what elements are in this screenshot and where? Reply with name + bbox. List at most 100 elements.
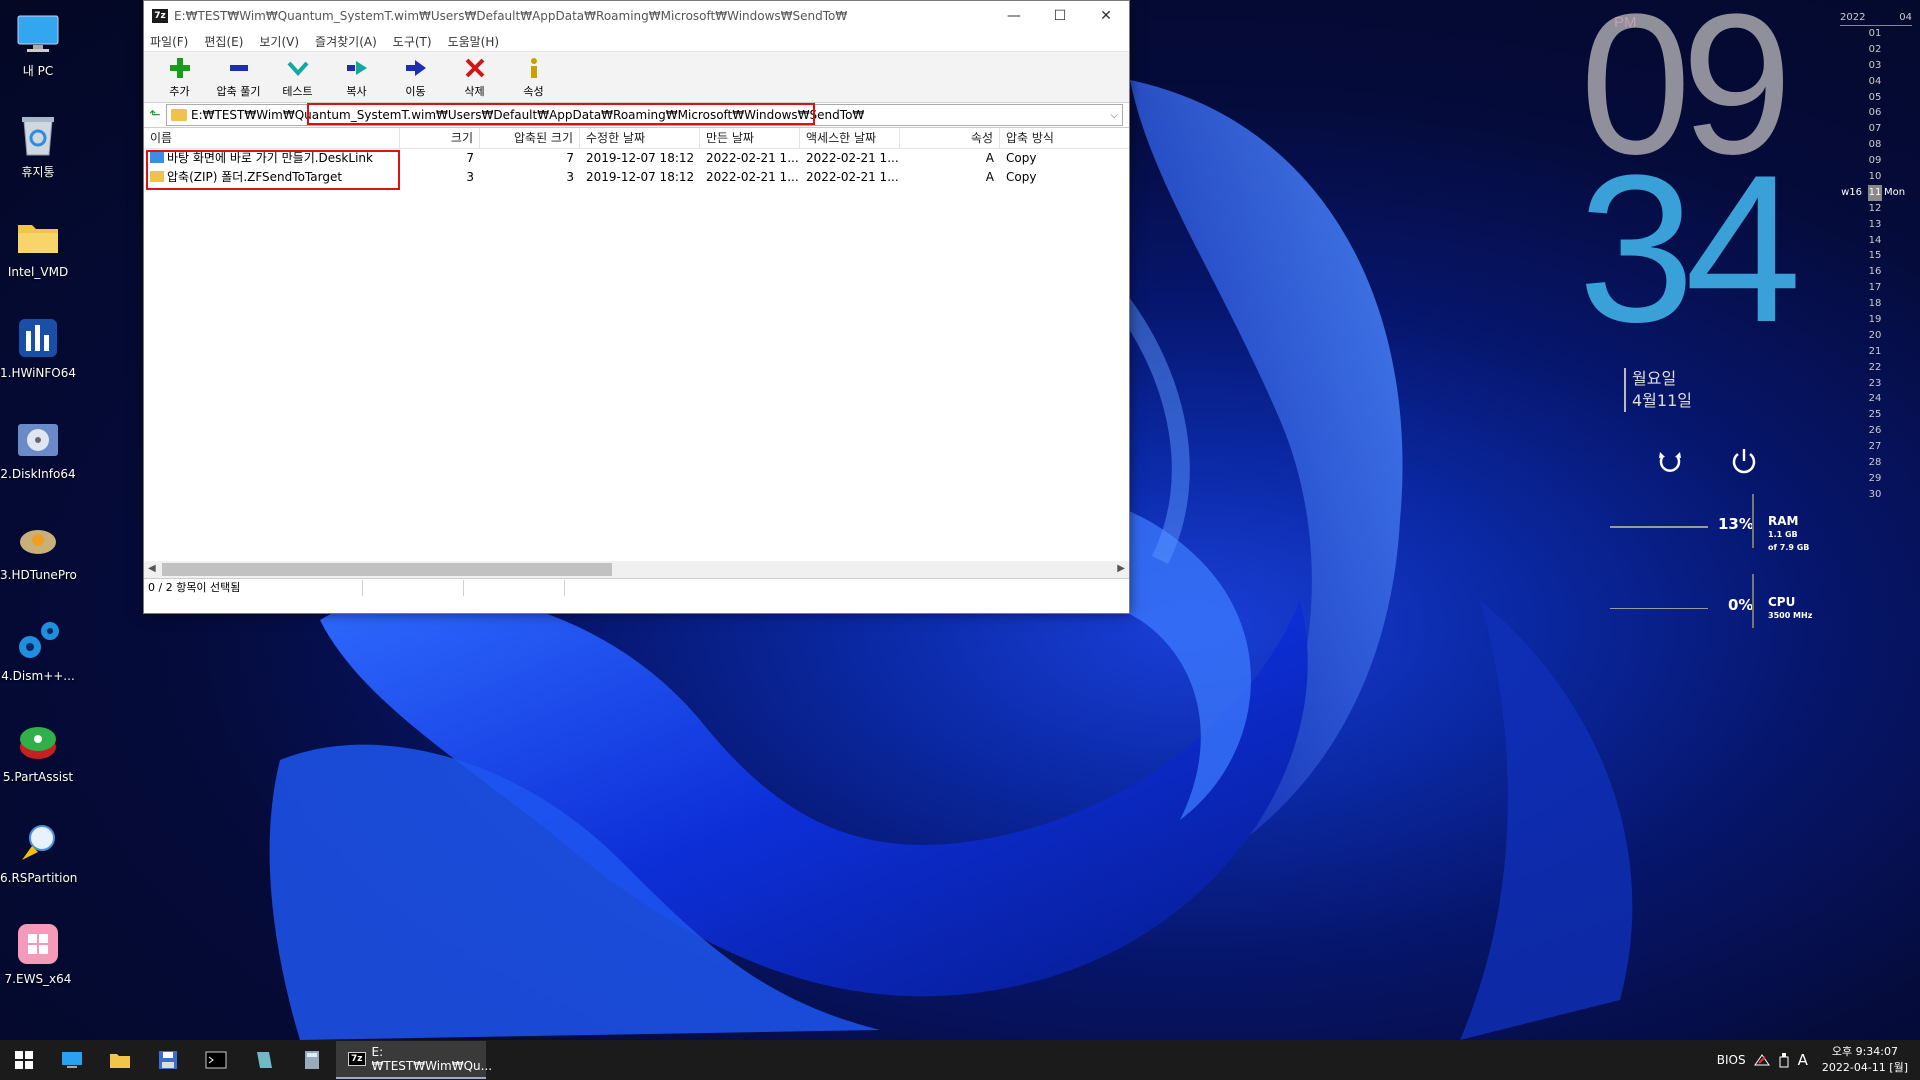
minimize-button[interactable]: — xyxy=(991,1,1037,31)
path-input[interactable]: E:₩TEST₩Wim₩ Quantum_SystemT.wim₩Users₩De… xyxy=(166,103,1123,126)
hwinfo-icon xyxy=(14,314,62,362)
ime-indicator[interactable]: A xyxy=(1798,1051,1808,1069)
column-packed-size[interactable]: 압축된 크기 xyxy=(480,128,580,148)
column-size[interactable]: 크기 xyxy=(400,128,480,148)
add-button[interactable]: 추가 xyxy=(150,54,209,102)
windows-logo-icon xyxy=(15,1051,33,1069)
desktop-icon-label: 1.HWiNFO64 xyxy=(0,366,77,380)
calendar-header: 2022 04 xyxy=(1840,12,1912,26)
calendar-day: 25 xyxy=(1868,409,1882,421)
column-accessed[interactable]: 액세스한 날짜 xyxy=(800,128,900,148)
desktop-icon-recycle-bin[interactable]: 휴지통 xyxy=(0,105,76,180)
column-method[interactable]: 압축 방식 xyxy=(1000,128,1100,148)
monitor-icon xyxy=(62,1052,82,1068)
move-icon xyxy=(405,60,426,76)
path-prefix: E:₩TEST₩Wim₩ xyxy=(191,108,295,122)
desktop-icon-my-pc[interactable]: 내 PC xyxy=(0,4,76,79)
taskbar-active-window[interactable]: 7z E:₩TEST₩Wim₩Qu... xyxy=(336,1041,492,1079)
taskbar-explorer-button[interactable] xyxy=(96,1040,144,1080)
calendar-day: 17 xyxy=(1868,282,1882,294)
app-icon: 7z xyxy=(152,9,168,23)
desktop-icon-diskinfo[interactable]: 2.DiskInfo64 xyxy=(0,409,76,481)
menu-bar: 파일(F) 편집(E) 보기(V) 즐겨찾기(A) 도구(T) 도움말(H) xyxy=(144,31,1129,51)
desktop-icon-ews[interactable]: 7.EWS_x64 xyxy=(0,914,76,986)
calendar-day-number: 11 xyxy=(1868,186,1882,198)
scroll-left-icon[interactable]: ◀ xyxy=(148,563,156,574)
calendar-day: 06 xyxy=(1868,107,1882,119)
taskbar-save-button[interactable] xyxy=(144,1040,192,1080)
desktop-icon-intel-vmd[interactable]: Intel_VMD xyxy=(0,207,76,279)
file-attributes: A xyxy=(985,151,994,165)
menu-edit[interactable]: 편집(E) xyxy=(204,33,243,50)
scrollbar-thumb[interactable] xyxy=(162,563,612,576)
folder-icon xyxy=(171,109,187,121)
taskbar-window-title: E:₩TEST₩Wim₩Qu... xyxy=(371,1045,493,1073)
menu-help[interactable]: 도움말(H) xyxy=(448,33,500,50)
start-button[interactable] xyxy=(0,1040,48,1080)
chevron-down-icon[interactable]: ⌵ xyxy=(1110,110,1118,121)
notepad-icon xyxy=(257,1052,272,1068)
calendar-day: 19 xyxy=(1868,314,1882,326)
restart-icon[interactable] xyxy=(1655,446,1685,476)
clock-date: 월요일 4월11일 xyxy=(1624,368,1692,412)
tray-bios[interactable]: BIOS xyxy=(1717,1053,1746,1067)
status-segment xyxy=(363,580,464,596)
menu-favorites[interactable]: 즐겨찾기(A) xyxy=(315,33,377,50)
menu-view[interactable]: 보기(V) xyxy=(259,33,299,50)
taskbar-desktop-button[interactable] xyxy=(48,1040,96,1080)
list-header: 이름 크기 압축된 크기 수정한 날짜 만든 날짜 액세스한 날짜 속성 압축 … xyxy=(144,128,1129,149)
usb-drive-icon[interactable] xyxy=(1778,1052,1790,1068)
column-created[interactable]: 만든 날짜 xyxy=(700,128,800,148)
close-button[interactable]: ✕ xyxy=(1083,1,1129,31)
delete-button[interactable]: 삭제 xyxy=(445,54,504,102)
menu-tools[interactable]: 도구(T) xyxy=(393,33,432,50)
copy-button[interactable]: 복사 xyxy=(327,54,386,102)
up-folder-icon[interactable]: ⬑ xyxy=(144,107,166,123)
copy-label: 복사 xyxy=(346,85,367,98)
desktop-icon-hdtune[interactable]: 3.HDTunePro xyxy=(0,510,77,582)
horizontal-scrollbar[interactable]: ◀ ▶ xyxy=(144,561,1129,578)
taskbar-calculator-button[interactable] xyxy=(288,1040,336,1080)
calendar-day: 08 xyxy=(1868,139,1882,151)
hdtune-icon xyxy=(14,516,62,564)
properties-label: 속성 xyxy=(523,85,544,98)
move-button[interactable]: 이동 xyxy=(386,54,445,102)
taskbar-terminal-button[interactable] xyxy=(192,1040,240,1080)
calendar-day: 22 xyxy=(1868,361,1882,373)
network-icon[interactable] xyxy=(1753,1053,1770,1067)
scroll-right-icon[interactable]: ▶ xyxy=(1117,563,1125,574)
monitor-icon xyxy=(14,10,62,58)
menu-file[interactable]: 파일(F) xyxy=(150,33,188,50)
calendar-day: 29 xyxy=(1868,472,1882,484)
desktop-icon-hwinfo[interactable]: 1.HWiNFO64 xyxy=(0,308,76,380)
power-icon[interactable] xyxy=(1729,446,1759,476)
system-tray: BIOS A 오후 9:34:07 2022-04-11 [월] xyxy=(1717,1040,1920,1080)
test-button[interactable]: 테스트 xyxy=(268,54,327,102)
column-name[interactable]: 이름 xyxy=(144,128,400,148)
extract-button[interactable]: 압축 풀기 xyxy=(209,54,268,102)
taskbar-clock[interactable]: 오후 9:34:07 2022-04-11 [월] xyxy=(1822,1044,1908,1076)
calendar-day: 10 xyxy=(1868,171,1882,183)
title-bar[interactable]: 7z E:₩TEST₩Wim₩Quantum_SystemT.wim₩Users… xyxy=(144,1,1129,31)
meter-separator xyxy=(1752,494,1754,548)
maximize-button[interactable]: ☐ xyxy=(1037,1,1083,31)
calendar-day: 26 xyxy=(1868,425,1882,437)
delete-label: 삭제 xyxy=(464,85,485,98)
file-list: 이름 크기 압축된 크기 수정한 날짜 만든 날짜 액세스한 날짜 속성 압축 … xyxy=(144,128,1129,579)
file-accessed: 2022-02-21 1... xyxy=(806,151,899,165)
desktop-icon-dism[interactable]: 4.Dism++... xyxy=(0,611,76,683)
calendar-day: 05 xyxy=(1868,91,1882,103)
properties-button[interactable]: 속성 xyxy=(504,54,563,102)
toolbar: 추가 압축 풀기 테스트 복사 이동 삭제 속성 xyxy=(144,51,1129,103)
test-icon xyxy=(287,61,308,76)
desktop-icon-partassist[interactable]: 5.PartAssist xyxy=(0,712,76,784)
taskbar-notepad-button[interactable] xyxy=(240,1040,288,1080)
file-size: 7 xyxy=(466,151,474,165)
column-attributes[interactable]: 속성 xyxy=(900,128,1000,148)
path-highlight-box xyxy=(307,103,815,125)
move-label: 이동 xyxy=(405,85,426,98)
desktop-icon-rspartition[interactable]: 6.RSPartition xyxy=(0,813,77,885)
calendar-day: 16 xyxy=(1868,266,1882,278)
calendar-month: 04 xyxy=(1899,12,1912,23)
column-modified[interactable]: 수정한 날짜 xyxy=(580,128,700,148)
